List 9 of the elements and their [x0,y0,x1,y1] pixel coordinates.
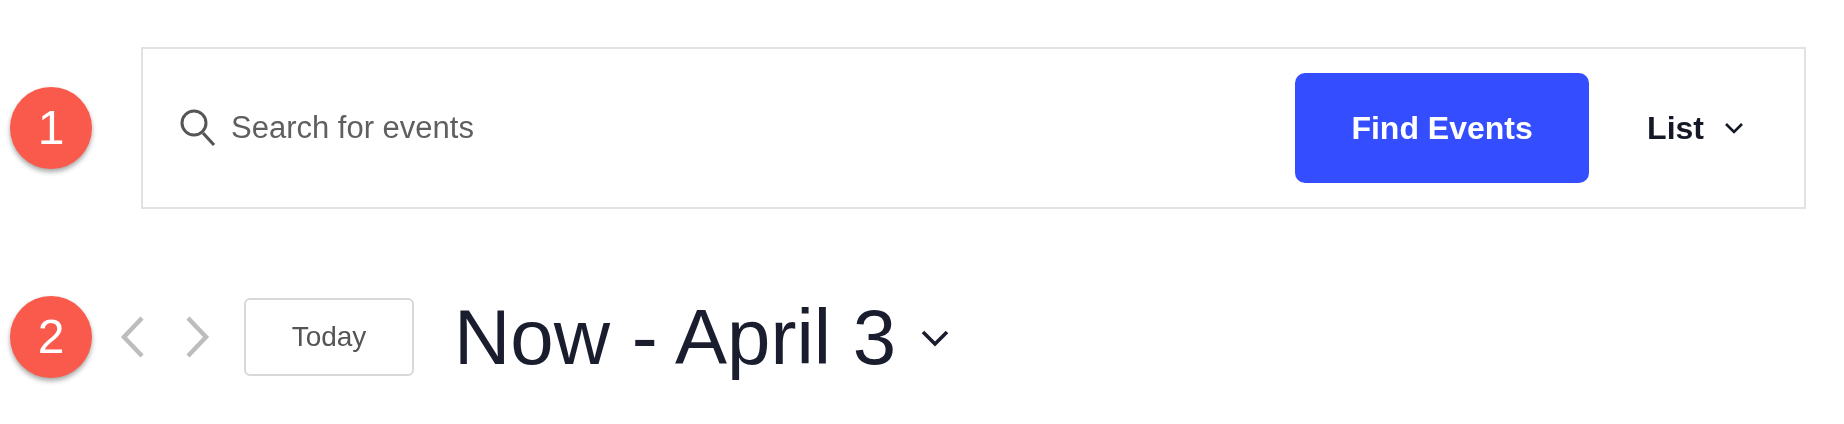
previous-button[interactable] [120,315,146,359]
caret-icon [1724,122,1744,134]
step-number: 2 [10,296,92,378]
search-icon [179,108,217,148]
today-button[interactable]: Today [244,298,414,376]
view-dropdown[interactable]: List [1647,104,1744,152]
next-button[interactable] [184,315,210,359]
step-number: 1 [10,87,92,169]
find-events-button[interactable]: Find Events [1295,73,1590,183]
